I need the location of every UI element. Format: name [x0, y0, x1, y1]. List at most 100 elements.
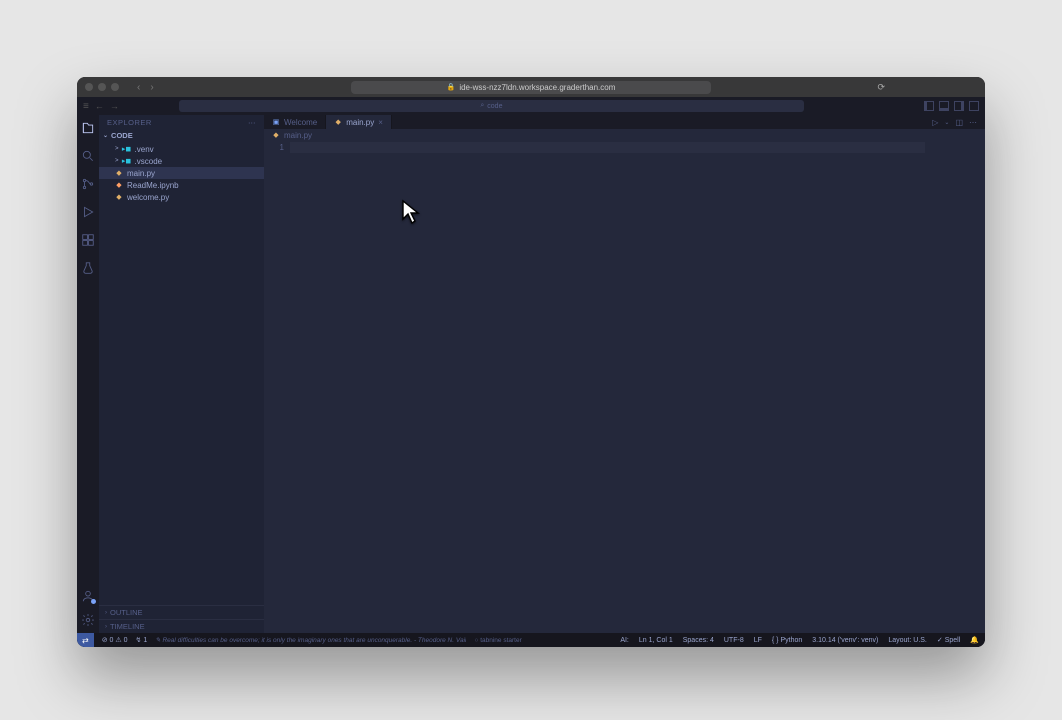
tab-label: Welcome	[284, 118, 317, 127]
back-arrow-icon[interactable]: ‹	[137, 82, 140, 93]
current-line-highlight	[290, 142, 925, 153]
indent-status[interactable]: Spaces: 4	[683, 637, 714, 644]
editor-tabs: ▣ Welcome ◆ main.py × ▷ ⌄ ◫ ⋯	[264, 115, 985, 129]
minimize-window-icon[interactable]	[98, 83, 106, 91]
outline-label: OUTLINE	[110, 608, 143, 617]
timeline-section[interactable]: › TIMELINE	[99, 619, 264, 633]
ports-status[interactable]: ↯ 1	[136, 636, 148, 644]
reload-icon[interactable]: ⟳	[877, 82, 885, 93]
zoom-window-icon[interactable]	[111, 83, 119, 91]
tree-item-welcome-py[interactable]: ◆ welcome.py	[99, 191, 264, 203]
tree-item-vscode[interactable]: > ▸◼ .vscode	[99, 155, 264, 167]
settings-gear-icon[interactable]	[81, 613, 95, 627]
folder-icon: ▸◼	[123, 157, 131, 165]
tree-item-venv[interactable]: > ▸◼ .venv	[99, 143, 264, 155]
status-quote: ✎ Real difficulties can be overcome; it …	[155, 636, 466, 644]
python-file-icon: ◆	[334, 118, 342, 126]
nav-forward-icon[interactable]: →	[110, 101, 119, 111]
notifications-icon[interactable]: 🔔	[970, 636, 979, 644]
folder-root[interactable]: ⌄ CODE	[99, 129, 264, 142]
folder-icon: ▸◼	[123, 145, 131, 153]
traffic-lights[interactable]	[85, 83, 119, 91]
source-control-icon[interactable]	[81, 177, 95, 191]
toggle-primary-sidebar-icon[interactable]	[924, 101, 934, 111]
run-dropdown-icon[interactable]: ⌄	[944, 119, 949, 126]
run-debug-icon[interactable]	[81, 205, 95, 219]
breadcrumb[interactable]: ◆ main.py	[264, 129, 985, 141]
close-tab-icon[interactable]: ×	[378, 118, 383, 127]
test-icon[interactable]	[81, 261, 95, 275]
tab-label: main.py	[346, 118, 374, 127]
explorer-icon[interactable]	[81, 121, 95, 135]
code-area[interactable]	[290, 141, 985, 633]
command-center-search[interactable]: ⌕ code	[179, 100, 804, 112]
root-folder-name: CODE	[111, 131, 133, 140]
explorer-sidebar: EXPLORER ⋯ ⌄ CODE > ▸◼ .venv > ▸◼	[99, 115, 264, 633]
file-tree: > ▸◼ .venv > ▸◼ .vscode ◆ main.py ◆	[99, 142, 264, 605]
lock-icon: 🔒	[447, 83, 456, 91]
file-label: welcome.py	[127, 193, 169, 202]
tab-main-py[interactable]: ◆ main.py ×	[326, 115, 392, 129]
language-status[interactable]: { } Python	[772, 637, 802, 644]
search-placeholder: code	[487, 103, 502, 110]
customize-layout-icon[interactable]	[969, 101, 979, 111]
browser-window: ‹ › 🔒 ide-wss-nzz7ldn.workspace.graderth…	[77, 77, 985, 647]
explorer-more-icon[interactable]: ⋯	[248, 118, 256, 127]
menu-icon[interactable]: ≡	[83, 101, 89, 112]
nav-back-icon[interactable]: ←	[95, 101, 104, 111]
python-file-icon: ◆	[115, 193, 123, 201]
remote-indicator[interactable]: ⇄	[77, 633, 94, 647]
toggle-panel-icon[interactable]	[939, 101, 949, 111]
welcome-tab-icon: ▣	[272, 118, 280, 126]
chevron-right-icon: ›	[105, 610, 107, 616]
layout-status[interactable]: Layout: U.S.	[888, 637, 927, 644]
tabnine-status[interactable]: ○ tabnine starter	[474, 637, 521, 644]
eol-status[interactable]: LF	[754, 637, 762, 644]
encoding-status[interactable]: UTF-8	[724, 637, 744, 644]
outline-section[interactable]: › OUTLINE	[99, 605, 264, 619]
ai-status[interactable]: AI:	[620, 637, 629, 644]
chevron-right-icon: >	[115, 146, 119, 152]
chevron-right-icon: >	[115, 158, 119, 164]
toggle-secondary-sidebar-icon[interactable]	[954, 101, 964, 111]
account-badge-icon	[91, 599, 96, 604]
breadcrumb-file: main.py	[284, 131, 312, 140]
accounts-icon[interactable]	[81, 589, 95, 603]
python-file-icon: ◆	[272, 131, 280, 139]
tree-item-readme[interactable]: ◆ ReadMe.ipynb	[99, 179, 264, 191]
timeline-label: TIMELINE	[110, 622, 145, 631]
problems-status[interactable]: ⊘ 0 ⚠ 0	[102, 636, 128, 644]
status-bar: ⇄ ⊘ 0 ⚠ 0 ↯ 1 ✎ Real difficulties can be…	[77, 633, 985, 647]
search-icon: ⌕	[480, 102, 484, 110]
cursor-position[interactable]: Ln 1, Col 1	[639, 637, 673, 644]
more-actions-icon[interactable]: ⋯	[969, 118, 977, 127]
url-text: ide-wss-nzz7ldn.workspace.graderthan.com	[459, 83, 615, 92]
spell-status[interactable]: ✓ Spell	[937, 636, 960, 644]
chevron-right-icon: ›	[105, 624, 107, 630]
forward-arrow-icon[interactable]: ›	[150, 82, 153, 93]
explorer-title: EXPLORER	[107, 118, 152, 127]
interpreter-status[interactable]: 3.10.14 ('venv': venv)	[812, 637, 878, 644]
line-gutter: 1	[264, 141, 290, 633]
activity-bar	[77, 115, 99, 633]
url-bar[interactable]: 🔒 ide-wss-nzz7ldn.workspace.graderthan.c…	[351, 81, 711, 94]
file-label: main.py	[127, 169, 155, 178]
chevron-down-icon: ⌄	[103, 132, 108, 139]
file-label: ReadMe.ipynb	[127, 181, 179, 190]
tree-item-main-py[interactable]: ◆ main.py	[99, 167, 264, 179]
tab-welcome[interactable]: ▣ Welcome	[264, 115, 326, 129]
command-center-bar: ≡ ← → ⌕ code	[77, 97, 985, 115]
split-editor-icon[interactable]: ◫	[955, 118, 963, 127]
file-label: .venv	[135, 145, 154, 154]
vscode-app: ≡ ← → ⌕ code	[77, 97, 985, 647]
close-window-icon[interactable]	[85, 83, 93, 91]
python-file-icon: ◆	[115, 169, 123, 177]
search-activity-icon[interactable]	[81, 149, 95, 163]
notebook-file-icon: ◆	[115, 181, 123, 189]
editor-group: ▣ Welcome ◆ main.py × ▷ ⌄ ◫ ⋯	[264, 115, 985, 633]
run-file-icon[interactable]: ▷	[932, 118, 938, 127]
line-number: 1	[264, 143, 284, 152]
text-editor[interactable]: 1	[264, 141, 985, 633]
file-label: .vscode	[135, 157, 163, 166]
extensions-icon[interactable]	[81, 233, 95, 247]
